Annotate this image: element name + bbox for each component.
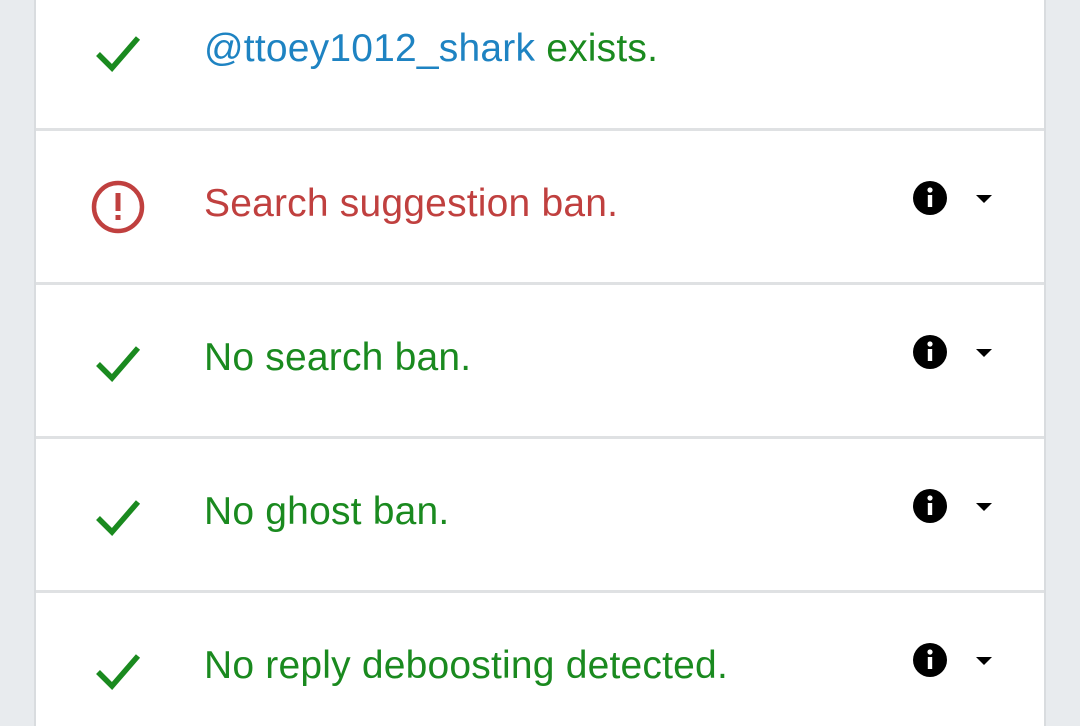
- result-row-search-suggestion[interactable]: Search suggestion ban.: [36, 131, 1044, 285]
- result-label: Search suggestion ban.: [204, 182, 619, 225]
- result-actions: [912, 334, 1002, 374]
- caret-down-icon[interactable]: [974, 347, 994, 359]
- check-icon: [90, 488, 146, 544]
- caret-down-icon[interactable]: [974, 501, 994, 513]
- result-label: No reply deboosting detected.: [204, 644, 728, 687]
- result-row-exists: @ttoey1012_shark exists.: [36, 0, 1044, 131]
- info-icon[interactable]: [912, 488, 948, 524]
- results-card: @ttoey1012_shark exists. Search suggesti…: [34, 0, 1046, 726]
- check-icon: [90, 642, 146, 698]
- result-label: No search ban.: [204, 336, 472, 379]
- caret-down-icon[interactable]: [974, 655, 994, 667]
- info-icon[interactable]: [912, 642, 948, 678]
- result-row-search-ban[interactable]: No search ban.: [36, 285, 1044, 439]
- result-actions: [912, 642, 1002, 682]
- check-icon: [90, 334, 146, 390]
- result-row-ghost-ban[interactable]: No ghost ban.: [36, 439, 1044, 593]
- result-row-reply-deboosting[interactable]: No reply deboosting detected.: [36, 593, 1044, 726]
- caret-down-icon[interactable]: [974, 193, 994, 205]
- info-icon[interactable]: [912, 180, 948, 216]
- result-label-exists: @ttoey1012_shark exists.: [204, 25, 658, 73]
- result-actions: [912, 180, 1002, 220]
- alert-circle-icon: [90, 179, 146, 235]
- check-icon: [90, 24, 146, 80]
- result-label: No ghost ban.: [204, 490, 450, 533]
- info-icon[interactable]: [912, 334, 948, 370]
- result-actions: [912, 488, 1002, 528]
- exists-text: exists.: [535, 27, 659, 70]
- username-link[interactable]: @ttoey1012_shark: [204, 27, 535, 70]
